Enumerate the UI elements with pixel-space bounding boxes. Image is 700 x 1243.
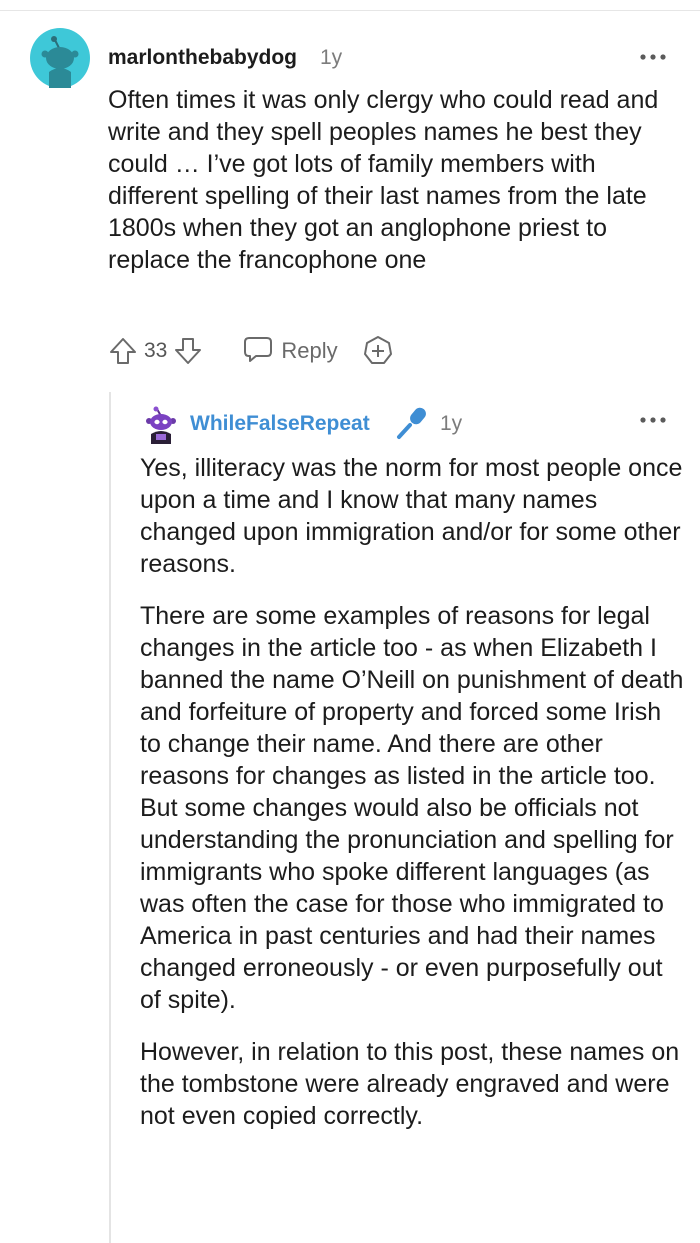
purple-snoo-avatar-icon[interactable] xyxy=(142,406,180,444)
comment-actions: 33 Reply xyxy=(108,334,394,368)
reply-paragraph: Yes, illiteracy was the norm for most pe… xyxy=(140,454,683,578)
more-options-icon[interactable] xyxy=(638,47,668,67)
comment-age: 1y xyxy=(320,46,343,69)
reply-age: 1y xyxy=(440,412,463,435)
speech-bubble-icon xyxy=(243,335,273,368)
comment-body: Often times it was only clergy who could… xyxy=(108,86,659,274)
upvote-arrow-icon[interactable] xyxy=(108,336,138,366)
comment-username[interactable]: marlonthebabydog xyxy=(108,45,297,71)
award-plus-icon[interactable] xyxy=(362,335,394,367)
vote-count: 33 xyxy=(144,339,168,362)
thread-line[interactable] xyxy=(109,392,111,1243)
microphone-icon xyxy=(394,405,430,441)
more-options-icon[interactable] xyxy=(638,410,668,430)
snoo-avatar-icon[interactable] xyxy=(30,28,90,88)
reply-button[interactable]: Reply xyxy=(243,335,338,368)
reply-body: Yes, illiteracy was the norm for most pe… xyxy=(140,452,685,1152)
reply-paragraph: There are some examples of reasons for l… xyxy=(140,602,684,1014)
downvote-arrow-icon[interactable] xyxy=(173,336,203,366)
reply-username[interactable]: WhileFalseRepeat xyxy=(190,411,370,437)
reply-label: Reply xyxy=(281,338,338,363)
top-divider xyxy=(0,0,700,11)
reply-paragraph: However, in relation to this post, these… xyxy=(140,1038,680,1130)
